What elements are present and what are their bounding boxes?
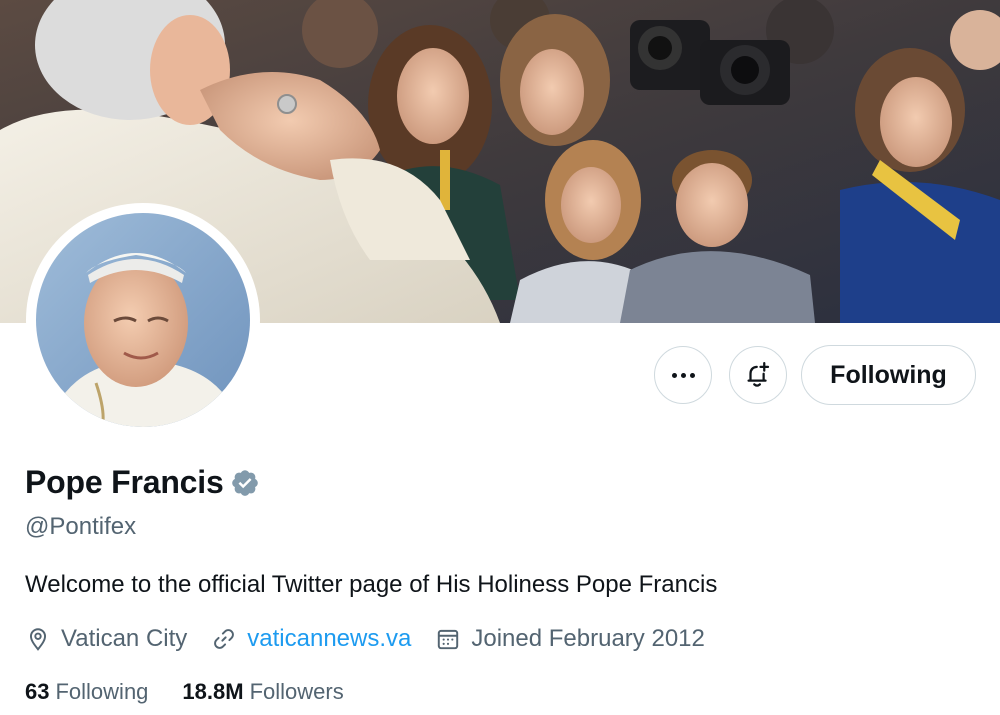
following-stat[interactable]: 63 Following — [25, 679, 148, 705]
bell-plus-icon — [747, 362, 770, 387]
handle: @Pontifex — [25, 513, 137, 540]
followers-label: Followers — [249, 679, 344, 704]
more-button[interactable] — [654, 346, 712, 404]
location-text: Vatican City — [61, 625, 188, 652]
avatar[interactable] — [36, 213, 250, 427]
following-count: 63 — [25, 679, 50, 704]
joined-item: Joined February 2012 — [435, 625, 705, 653]
following-label: Following — [55, 679, 149, 704]
verified-badge-icon[interactable] — [230, 468, 260, 498]
followers-stat[interactable]: 18.8M Followers — [182, 679, 343, 705]
calendar-icon — [438, 629, 459, 650]
profile-stats: 63 Following 18.8M Followers — [25, 679, 378, 705]
website-link[interactable]: vaticannews.va — [247, 625, 411, 653]
notifications-button[interactable] — [729, 346, 787, 404]
website-item[interactable]: vaticannews.va — [211, 625, 411, 653]
link-icon — [214, 629, 235, 649]
location-item: Vatican City — [25, 625, 187, 653]
display-name: Pope Francis — [25, 464, 224, 500]
location-pin-icon — [29, 628, 47, 651]
profile-name-row: Pope Francis — [25, 464, 260, 501]
profile-meta-row: Vatican City vaticannews.va Joined Febru… — [25, 625, 729, 653]
more-icon — [671, 372, 695, 378]
joined-text: Joined February 2012 — [471, 625, 705, 652]
followers-count: 18.8M — [182, 679, 244, 704]
following-button[interactable]: Following — [801, 345, 976, 405]
bio: Welcome to the official Twitter page of … — [25, 571, 718, 598]
